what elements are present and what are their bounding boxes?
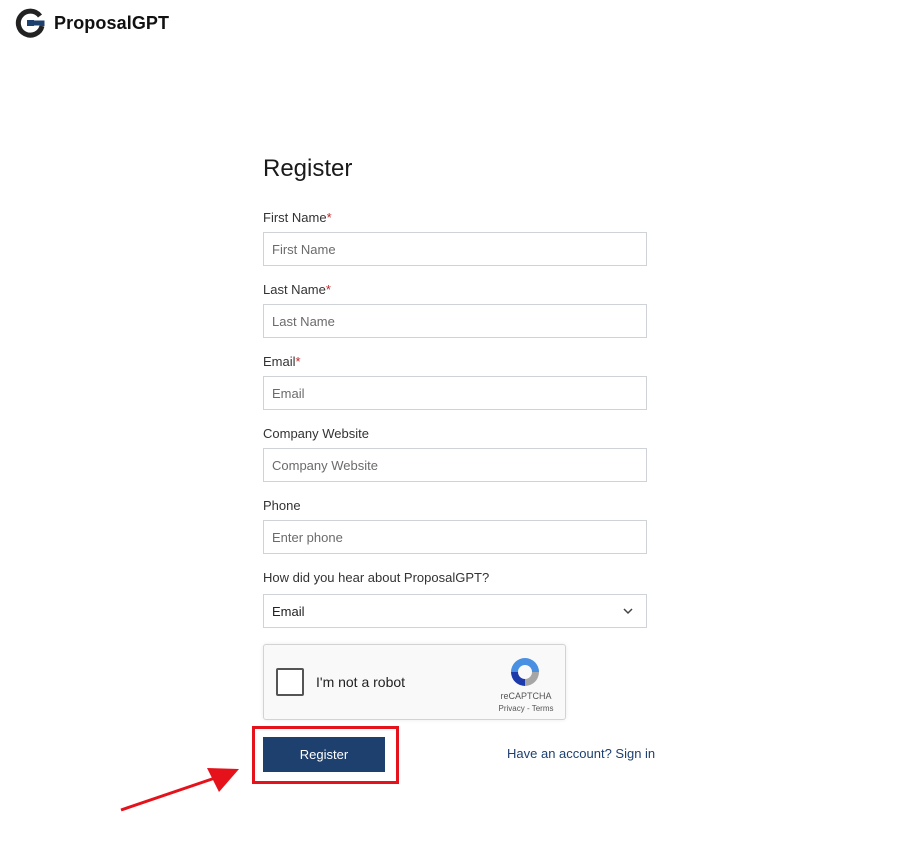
last-name-field[interactable] [263,304,647,338]
company-website-label: Company Website [263,426,369,441]
required-mark: * [295,354,301,369]
email-field[interactable] [263,376,647,410]
recaptcha-links[interactable]: Privacy - Terms [486,704,566,713]
recaptcha-checkbox[interactable] [276,668,304,696]
proposalgpt-logo-icon [15,8,45,38]
referral-source-label: How did you hear about ProposalGPT? [263,570,490,585]
last-name-label: Last Name* [263,282,331,297]
phone-field[interactable] [263,520,647,554]
register-button[interactable]: Register [263,737,385,772]
sign-in-link[interactable]: Have an account? Sign in [507,746,655,761]
chevron-down-icon [623,608,633,615]
required-mark: * [325,282,331,297]
last-name-label-text: Last Name [263,282,326,297]
recaptcha-label: I'm not a robot [316,674,406,690]
red-arrow-annotation-icon [120,768,239,812]
company-website-field[interactable] [263,448,647,482]
brand-logo[interactable]: ProposalGPT [14,7,169,39]
first-name-field[interactable] [263,232,647,266]
page-title: Register [263,155,353,182]
email-label: Email* [263,354,301,369]
required-mark: * [326,210,332,225]
recaptcha-brand: reCAPTCHA [500,691,552,701]
referral-source-select[interactable]: Email [263,594,647,628]
recaptcha-widget: I'm not a robot reCAPTCHA Privacy - Term… [263,644,566,720]
first-name-label: First Name* [263,210,332,225]
email-label-text: Email [263,354,296,369]
recaptcha-icon [511,658,539,686]
phone-label: Phone [263,498,301,513]
brand-name: ProposalGPT [54,12,170,33]
referral-source-value: Email [272,603,305,619]
first-name-label-text: First Name [263,210,327,225]
